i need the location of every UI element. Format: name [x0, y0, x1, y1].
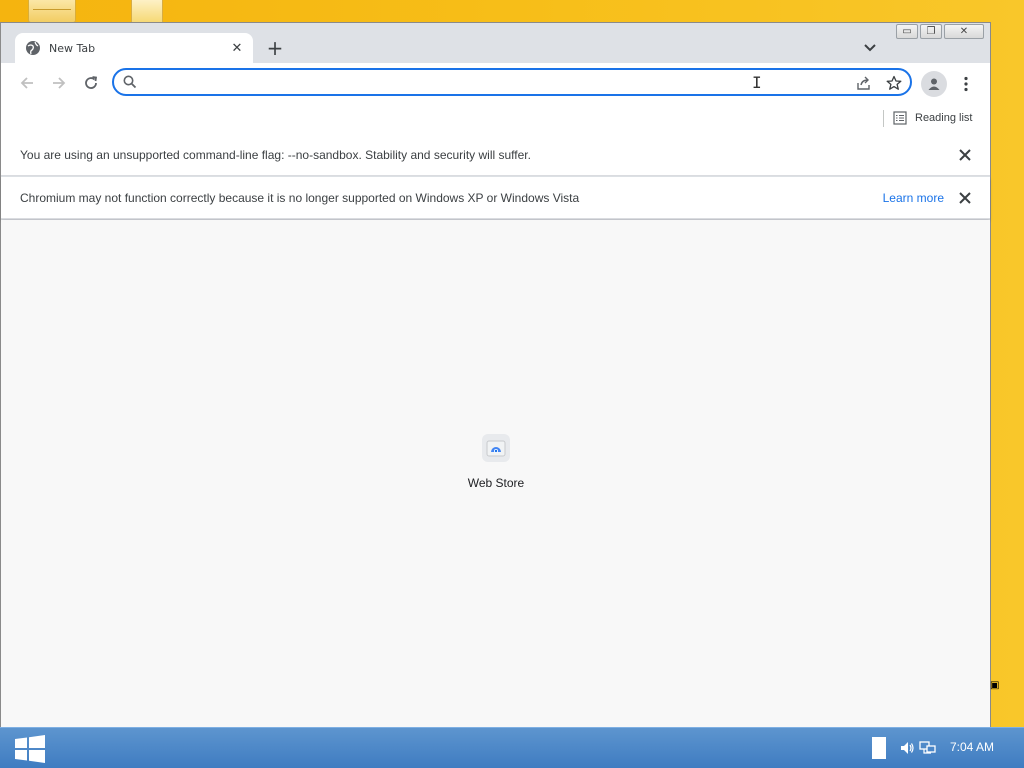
- close-icon[interactable]: [958, 191, 972, 205]
- menu-button[interactable]: [956, 73, 976, 95]
- show-desktop-button[interactable]: [872, 737, 886, 759]
- tab-title: New Tab: [49, 41, 96, 55]
- kebab-menu-icon: [964, 76, 968, 92]
- profile-icon: [928, 78, 940, 90]
- omnibox-input[interactable]: [148, 72, 852, 94]
- star-icon[interactable]: [886, 75, 902, 91]
- toolbar: I: [1, 63, 990, 103]
- arrow-left-icon: [20, 77, 33, 89]
- forward-button[interactable]: [47, 71, 71, 95]
- new-tab-button[interactable]: +: [263, 37, 287, 61]
- tab-close-icon[interactable]: ✕: [227, 41, 247, 56]
- arrow-right-icon: [53, 77, 66, 89]
- network-icon[interactable]: [919, 740, 937, 756]
- shortcut-label: Web Store: [467, 476, 525, 490]
- window-close-button[interactable]: ✕: [944, 24, 984, 39]
- infobar-message: Chromium may not function correctly beca…: [20, 190, 580, 205]
- infobar-message: You are using an unsupported command-lin…: [20, 147, 531, 162]
- search-icon: [123, 75, 137, 89]
- web-store-icon: [482, 434, 510, 462]
- tab-new-tab[interactable]: New Tab ✕: [15, 33, 253, 63]
- window-controls: ▭ ❐ ✕: [896, 24, 984, 39]
- reading-list-button[interactable]: Reading list: [893, 108, 972, 128]
- taskbar: 7:04 AM: [0, 727, 1024, 768]
- maximize-button[interactable]: ❐: [920, 24, 942, 39]
- desktop-folder-icon[interactable]: [28, 0, 76, 23]
- text-cursor-icon: I: [752, 73, 762, 92]
- share-icon[interactable]: [856, 75, 872, 91]
- bookmarks-bar: Reading list: [1, 103, 990, 135]
- infobar-unsupported-os: Chromium may not function correctly beca…: [1, 177, 990, 219]
- resize-marker-icon: ▣: [990, 680, 1000, 691]
- list-icon: [893, 111, 907, 125]
- learn-more-link[interactable]: Learn more: [883, 191, 944, 205]
- reload-icon: [85, 76, 98, 89]
- chevron-down-icon[interactable]: [860, 37, 880, 57]
- windows-logo-icon[interactable]: [14, 735, 46, 763]
- back-button[interactable]: [15, 71, 39, 95]
- shortcut-web-store[interactable]: Web Store: [456, 434, 536, 490]
- speaker-icon[interactable]: [899, 740, 915, 756]
- reload-button[interactable]: [79, 71, 103, 95]
- globe-icon: [26, 41, 40, 55]
- infobar-unsupported-flag: You are using an unsupported command-lin…: [1, 134, 990, 176]
- divider: [883, 110, 884, 127]
- browser-window: New Tab ✕ + ▭ ❐ ✕ I Reading list You are…: [0, 22, 991, 728]
- profile-button[interactable]: [921, 71, 947, 97]
- close-icon[interactable]: [958, 148, 972, 162]
- clock[interactable]: 7:04 AM: [944, 740, 1000, 754]
- tab-strip: New Tab ✕ +: [1, 23, 990, 63]
- minimize-button[interactable]: ▭: [896, 24, 918, 39]
- new-tab-page: Web Store: [1, 220, 990, 727]
- address-bar[interactable]: I: [112, 68, 912, 96]
- reading-list-label: Reading list: [915, 112, 973, 124]
- desktop-file-icon[interactable]: [131, 0, 163, 23]
